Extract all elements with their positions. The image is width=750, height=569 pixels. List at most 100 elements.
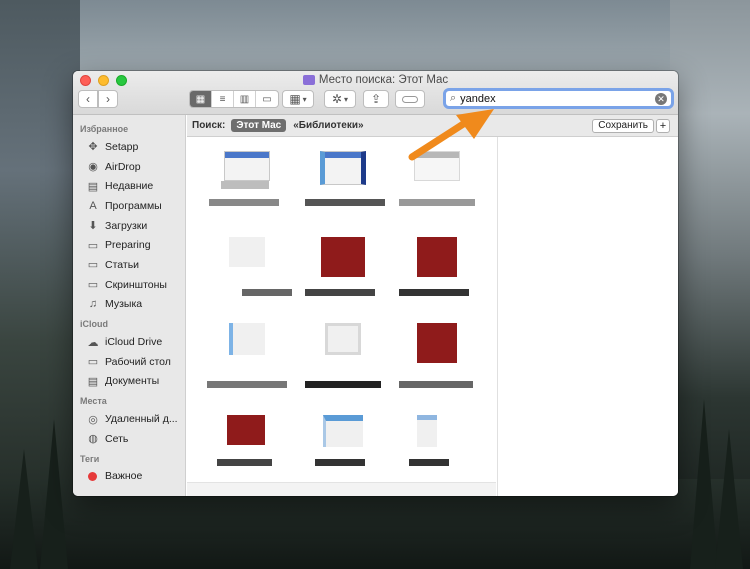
- result-item[interactable]: [315, 323, 375, 371]
- file-name-blurred: [305, 289, 375, 296]
- folder-icon: ▭: [87, 279, 99, 292]
- file-name-blurred: [315, 459, 365, 466]
- grid-icon: ▦: [289, 92, 301, 106]
- sidebar-item-label: Удаленный д...: [105, 413, 178, 426]
- result-item[interactable]: [409, 237, 469, 285]
- forward-button[interactable]: ›: [98, 90, 118, 108]
- chevron-down-icon: ▾: [302, 94, 307, 104]
- gear-icon: ✲: [331, 92, 343, 106]
- tag-icon: [402, 95, 418, 103]
- background-tree: [40, 419, 68, 569]
- sidebar-item-label: iCloud Drive: [105, 336, 163, 349]
- icon-view-button[interactable]: ▦: [190, 91, 212, 107]
- sidebar-item-label: Setapp: [105, 140, 139, 153]
- share-button[interactable]: ⇪: [363, 90, 389, 108]
- folder-icon: ▭: [87, 239, 99, 252]
- sidebar-item-articles[interactable]: ▭ Статьи: [73, 255, 185, 275]
- file-name-blurred: [305, 381, 381, 388]
- list-view-button[interactable]: ≡: [212, 91, 234, 107]
- thumbnail-shadow: [221, 181, 269, 189]
- sidebar-item-label: Программы: [105, 199, 162, 212]
- gallery-view-button[interactable]: ▭: [256, 91, 278, 107]
- sidebar: Избранное ✥ Setapp ◉ AirDrop ▤ Недавние A Пр…: [73, 115, 186, 496]
- applications-icon: A: [89, 199, 97, 212]
- network-icon: ◍: [88, 433, 98, 446]
- file-thumbnail: [417, 323, 457, 363]
- result-item[interactable]: [219, 237, 279, 285]
- sidebar-item-tag-important[interactable]: Важное: [73, 467, 185, 487]
- result-item[interactable]: [315, 415, 375, 463]
- sidebar-section-icloud: iCloud: [80, 319, 108, 330]
- red-tag-icon: [88, 471, 97, 481]
- sidebar-item-applications[interactable]: A Программы: [73, 196, 185, 216]
- documents-icon: ▤: [87, 375, 99, 388]
- file-name-blurred: [207, 381, 287, 388]
- sidebar-item-preparing[interactable]: ▭ Preparing: [73, 235, 185, 255]
- airdrop-icon: ◉: [88, 161, 98, 174]
- file-name-blurred: [399, 199, 475, 206]
- sidebar-item-label: Загрузки: [105, 219, 148, 232]
- clear-search-icon[interactable]: ✕: [655, 92, 667, 105]
- chevron-down-icon: ▾: [344, 94, 349, 104]
- result-item[interactable]: [315, 237, 375, 285]
- results-grid: [187, 137, 496, 482]
- downloads-icon: ⬇: [88, 220, 98, 233]
- orange-pointer-arrow: [408, 109, 494, 161]
- result-item[interactable]: [409, 415, 469, 463]
- action-menu-button[interactable]: ✲ ▾: [324, 90, 356, 108]
- sidebar-item-setapp[interactable]: ✥ Setapp: [73, 137, 185, 157]
- setapp-icon: ✥: [88, 141, 98, 154]
- file-name-blurred: [399, 289, 469, 296]
- file-thumbnail: [229, 237, 265, 267]
- result-item[interactable]: [409, 323, 469, 371]
- sidebar-item-screenshots[interactable]: ▭ Скринштоны: [73, 275, 185, 295]
- search-field[interactable]: ⌕ yandex ✕: [443, 88, 674, 109]
- sidebar-item-label: AirDrop: [105, 160, 141, 173]
- file-thumbnail: [321, 237, 365, 277]
- tags-button[interactable]: [395, 90, 425, 108]
- file-thumbnail: [417, 237, 457, 277]
- sidebar-item-recents[interactable]: ▤ Недавние: [73, 176, 185, 196]
- save-search-button[interactable]: Сохранить: [592, 119, 654, 133]
- sidebar-item-label: Документы: [105, 375, 160, 388]
- result-item[interactable]: [315, 151, 375, 199]
- column-view-button[interactable]: ▥: [234, 91, 256, 107]
- result-item[interactable]: [219, 151, 279, 199]
- smart-folder-icon: [302, 75, 315, 85]
- result-item[interactable]: [219, 323, 279, 371]
- file-name-blurred: [209, 199, 279, 206]
- sidebar-item-airdrop[interactable]: ◉ AirDrop: [73, 157, 185, 177]
- music-icon: ♫: [88, 298, 98, 311]
- sidebar-item-downloads[interactable]: ⬇ Загрузки: [73, 216, 185, 236]
- sidebar-item-label: Сеть: [105, 432, 129, 445]
- sidebar-item-documents[interactable]: ▤ Документы: [73, 372, 185, 392]
- horizontal-scrollbar[interactable]: [187, 482, 496, 496]
- search-input[interactable]: yandex: [460, 93, 655, 105]
- sidebar-item-label: Рабочий стол: [105, 355, 171, 368]
- add-criteria-button[interactable]: +: [656, 119, 670, 133]
- window-title: Место поиска: Этот Mac: [73, 74, 678, 86]
- icloud-icon: ☁: [87, 336, 99, 349]
- group-by-button[interactable]: ▦ ▾: [282, 90, 314, 108]
- result-item[interactable]: [219, 415, 279, 463]
- sidebar-item-desktop[interactable]: ▭ Рабочий стол: [73, 352, 185, 372]
- scope-this-mac[interactable]: Этот Mac: [231, 119, 287, 132]
- sidebar-item-remote-disc[interactable]: ◎ Удаленный д...: [73, 409, 185, 429]
- folder-icon: ▭: [87, 259, 99, 272]
- file-name-blurred: [217, 459, 272, 466]
- sidebar-item-network[interactable]: ◍ Сеть: [73, 429, 185, 449]
- file-thumbnail: [325, 323, 361, 355]
- sidebar-item-label: Музыка: [105, 298, 143, 311]
- share-icon: ⇪: [370, 92, 382, 106]
- file-thumbnail: [320, 151, 366, 185]
- sidebar-item-label: Недавние: [105, 180, 154, 193]
- sidebar-item-music[interactable]: ♫ Музыка: [73, 295, 185, 315]
- sidebar-section-favorites: Избранное: [80, 124, 129, 134]
- back-button[interactable]: ‹: [78, 90, 98, 108]
- sidebar-item-label: Статьи: [105, 258, 140, 271]
- background-tree: [690, 399, 718, 569]
- sidebar-item-icloud-drive[interactable]: ☁ iCloud Drive: [73, 332, 185, 352]
- scope-libraries[interactable]: «Библиотеки»: [293, 120, 363, 131]
- sidebar-item-label: Скринштоны: [105, 278, 167, 291]
- preview-pane: [497, 137, 678, 496]
